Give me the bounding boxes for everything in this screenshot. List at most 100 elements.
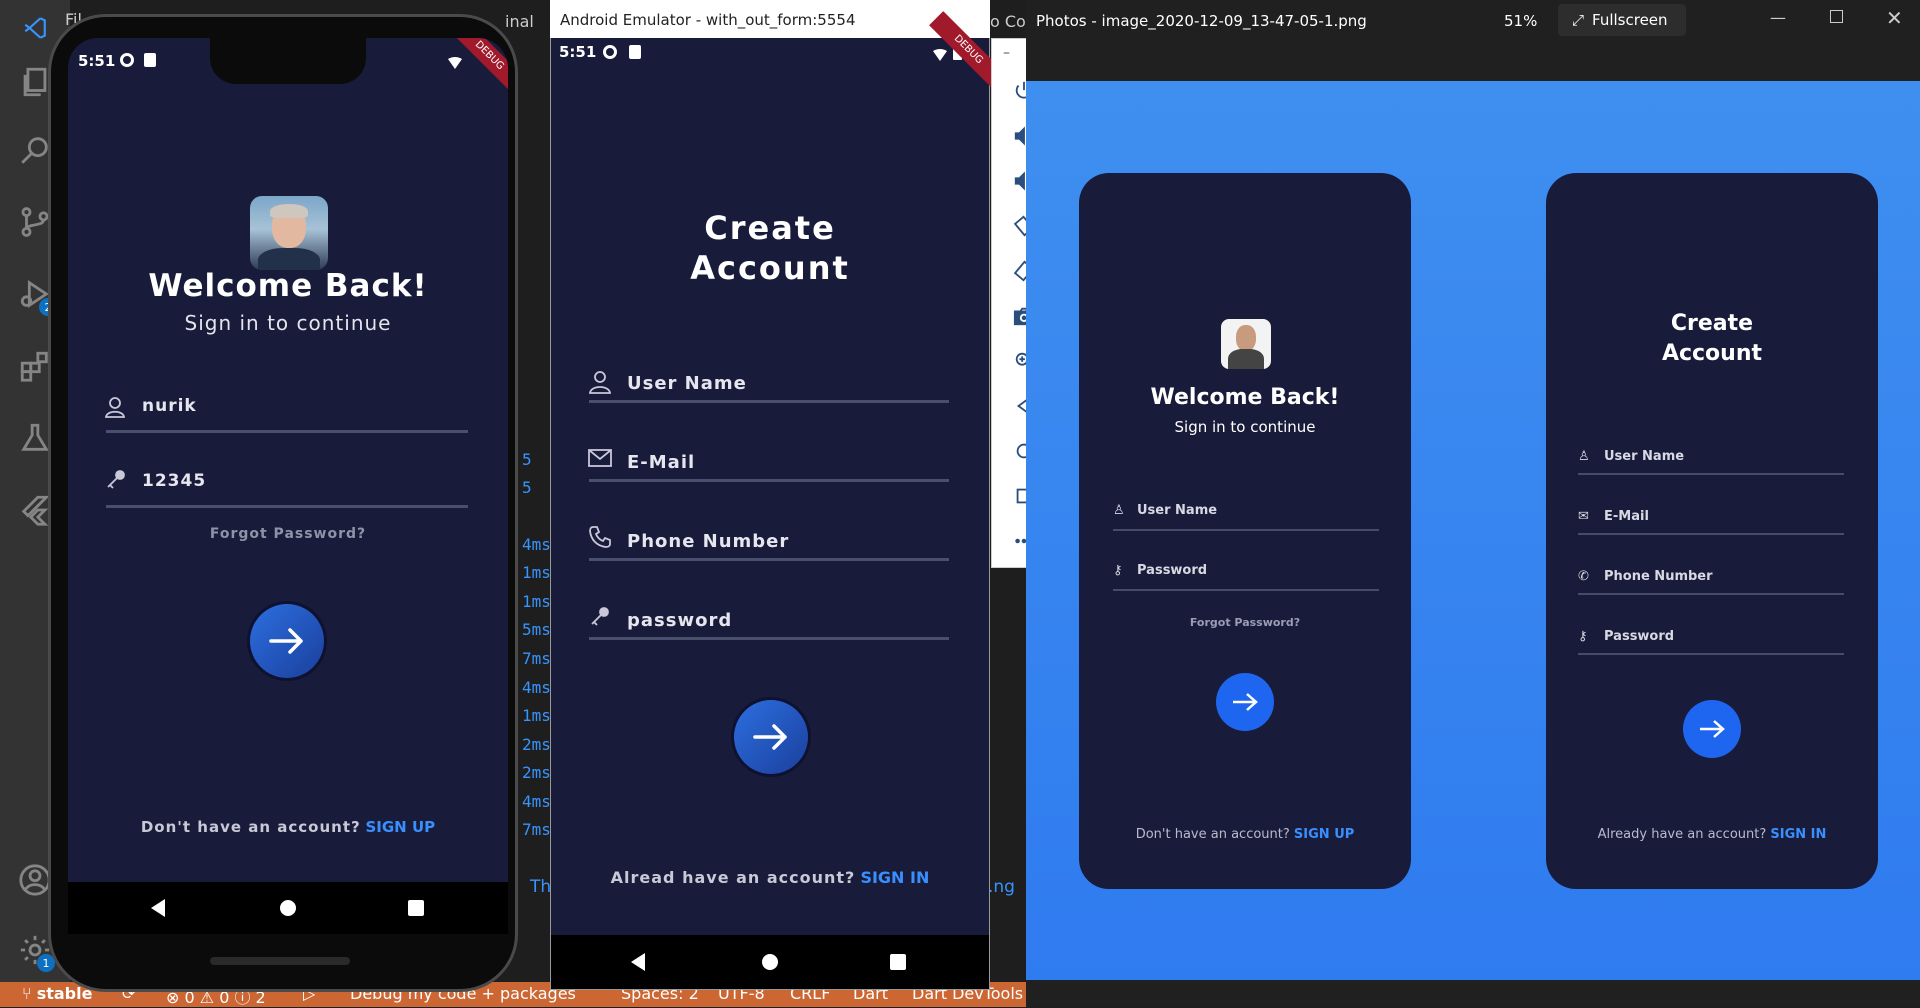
create-account-title-line1: Create <box>704 209 836 247</box>
console-log-line: 7ms <box>522 649 551 668</box>
console-log-line: 1ms <box>522 563 551 582</box>
emu-status-time: 5:51 <box>559 43 597 61</box>
sd-card-icon <box>144 53 156 67</box>
emulator-title: Android Emulator - with_out_form:5554 <box>560 11 856 29</box>
mockup-password-line <box>1113 589 1379 591</box>
window-close-button[interactable]: ✕ <box>1886 6 1903 30</box>
mockup-have-account-text: Already have an account? <box>1597 827 1767 842</box>
mockup-card-signup: Create Account ♙ User Name ✉ E-Mail ✆ Ph… <box>1546 173 1878 889</box>
have-account-text: Alread have an account? <box>610 868 856 887</box>
console-log-line: 5ms <box>522 620 551 639</box>
window-minimize-button[interactable]: — <box>1770 8 1786 27</box>
window-maximize-button[interactable] <box>1830 10 1843 23</box>
emu-status-app-icon <box>603 45 617 59</box>
emu-nav-recents-icon[interactable] <box>890 954 906 970</box>
sign-up-link[interactable]: SIGN UP <box>365 818 435 836</box>
arrow-right-icon <box>269 628 303 654</box>
avatar <box>250 196 328 270</box>
nav-recents-icon[interactable] <box>408 900 424 916</box>
photos-title-bar: Photos - image_2020-12-09_13-47-05-1.png… <box>1026 0 1920 42</box>
sign-in-submit-button[interactable] <box>250 604 324 678</box>
wifi-icon <box>448 54 462 69</box>
vscode-logo-icon <box>15 8 55 48</box>
console-log-line: 1ms <box>522 706 551 725</box>
key-icon <box>589 605 611 631</box>
mockup-phone-icon: ✆ <box>1578 569 1589 584</box>
fullscreen-label: Fullscreen <box>1592 11 1668 29</box>
console-partial-right: .ng <box>988 877 1015 897</box>
arrow-right-icon <box>753 724 787 750</box>
email-field[interactable]: E-Mail <box>627 452 695 473</box>
mockup-submit-button <box>1216 673 1274 731</box>
mockup-signin-prompt: Already have an account? SIGN IN <box>1546 827 1878 842</box>
mockup-signup-prompt: Don't have an account? SIGN UP <box>1079 827 1411 842</box>
console-log-line: 4ms <box>522 678 551 697</box>
emu-wifi-icon <box>933 46 947 65</box>
partial-tab-text-2: o Co <box>990 12 1026 31</box>
create-account-submit-button[interactable] <box>734 700 808 774</box>
android-nav-bar <box>68 882 508 934</box>
partial-tab-text: inal <box>505 12 534 31</box>
username-input[interactable]: nurik <box>142 396 197 416</box>
mockup-user-icon: ♙ <box>1113 503 1125 518</box>
mockup-no-account-text: Don't have an account? <box>1135 827 1290 842</box>
welcome-title: Welcome Back! <box>148 268 428 304</box>
emu-nav-bar <box>551 935 989 989</box>
mockup-signup-password-line <box>1578 653 1844 655</box>
emu-nav-back-icon[interactable] <box>631 953 645 971</box>
mockup-signup-username: User Name <box>1604 449 1685 464</box>
password-input[interactable]: 12345 <box>142 471 206 491</box>
mockup-mail-icon: ✉ <box>1578 509 1589 524</box>
password-field[interactable]: password <box>627 610 732 631</box>
mockup-username-field: User Name <box>1137 503 1218 518</box>
mockup-signup-phone: Phone Number <box>1604 569 1713 584</box>
emu-nav-home-icon[interactable] <box>762 954 778 970</box>
status-time: 5:51 <box>78 52 116 70</box>
welcome-subtitle: Sign in to continue <box>184 311 392 335</box>
mockup-create-title: Create Account <box>1546 309 1878 369</box>
mockup-arrow-icon-2 <box>1700 720 1725 738</box>
fullscreen-button[interactable]: ⤢ Fullscreen <box>1558 4 1686 36</box>
console-log-line: 4ms <box>522 792 551 811</box>
sign-in-link[interactable]: SIGN IN <box>860 868 929 887</box>
console-log-line: 4ms <box>522 535 551 554</box>
username-underline <box>106 430 468 433</box>
mockup-signup-password: Password <box>1604 629 1675 644</box>
create-account-title: Create Account <box>551 208 989 288</box>
photos-title: Photos - image_2020-12-09_13-47-05-1.png <box>1036 12 1367 30</box>
console-log-line: 5 <box>522 450 532 469</box>
phone-number-field[interactable]: Phone Number <box>627 531 789 552</box>
emu-sd-card-icon <box>629 45 641 59</box>
console-log-line: 1ms <box>522 592 551 611</box>
mockup-password-field: Password <box>1137 563 1208 578</box>
emulator-title-bar[interactable]: Android Emulator - with_out_form:5554 <box>550 0 990 38</box>
nav-home-icon[interactable] <box>280 900 296 916</box>
photo-canvas: Welcome Back! Sign in to continue ♙ User… <box>1026 81 1920 980</box>
mockup-welcome-title: Welcome Back! <box>1150 385 1340 410</box>
emu-minimize-button[interactable]: – <box>1003 45 1010 61</box>
mockup-key-icon: ⚷ <box>1113 563 1123 578</box>
mockup-arrow-icon <box>1233 693 1258 711</box>
console-partial-left: Th <box>530 877 552 897</box>
zoom-level: 51% <box>1504 12 1538 30</box>
signup-prompt: Don't have an account? SIGN UP <box>68 818 508 836</box>
mockup-signup-email-line <box>1578 533 1844 535</box>
mockup-create-title-line1: Create <box>1670 311 1754 336</box>
mockup-username-line <box>1113 529 1379 531</box>
mockup-create-title-line2: Account <box>1661 341 1763 366</box>
mockup-signup-username-line <box>1578 473 1844 475</box>
signin-prompt: Alread have an account? SIGN IN <box>551 868 989 887</box>
password-underline <box>106 505 468 508</box>
console-log-line: 5 <box>522 478 532 497</box>
mockup-welcome-subtitle: Sign in to continue <box>1174 418 1316 436</box>
phone-underline <box>589 558 949 561</box>
mockup-user-icon-2: ♙ <box>1578 449 1590 464</box>
mockup-sign-in-link: SIGN IN <box>1770 827 1827 842</box>
emulator-screen: 5:51 DEBUG Create Account User Name E-Ma… <box>551 11 1007 935</box>
mockup-signup-phone-line <box>1578 593 1844 595</box>
phone-speaker <box>210 957 350 965</box>
nav-back-icon[interactable] <box>151 899 165 917</box>
username-field[interactable]: User Name <box>627 373 747 394</box>
expand-icon: ⤢ <box>1572 11 1585 29</box>
forgot-password-link[interactable]: Forgot Password? <box>68 526 508 542</box>
